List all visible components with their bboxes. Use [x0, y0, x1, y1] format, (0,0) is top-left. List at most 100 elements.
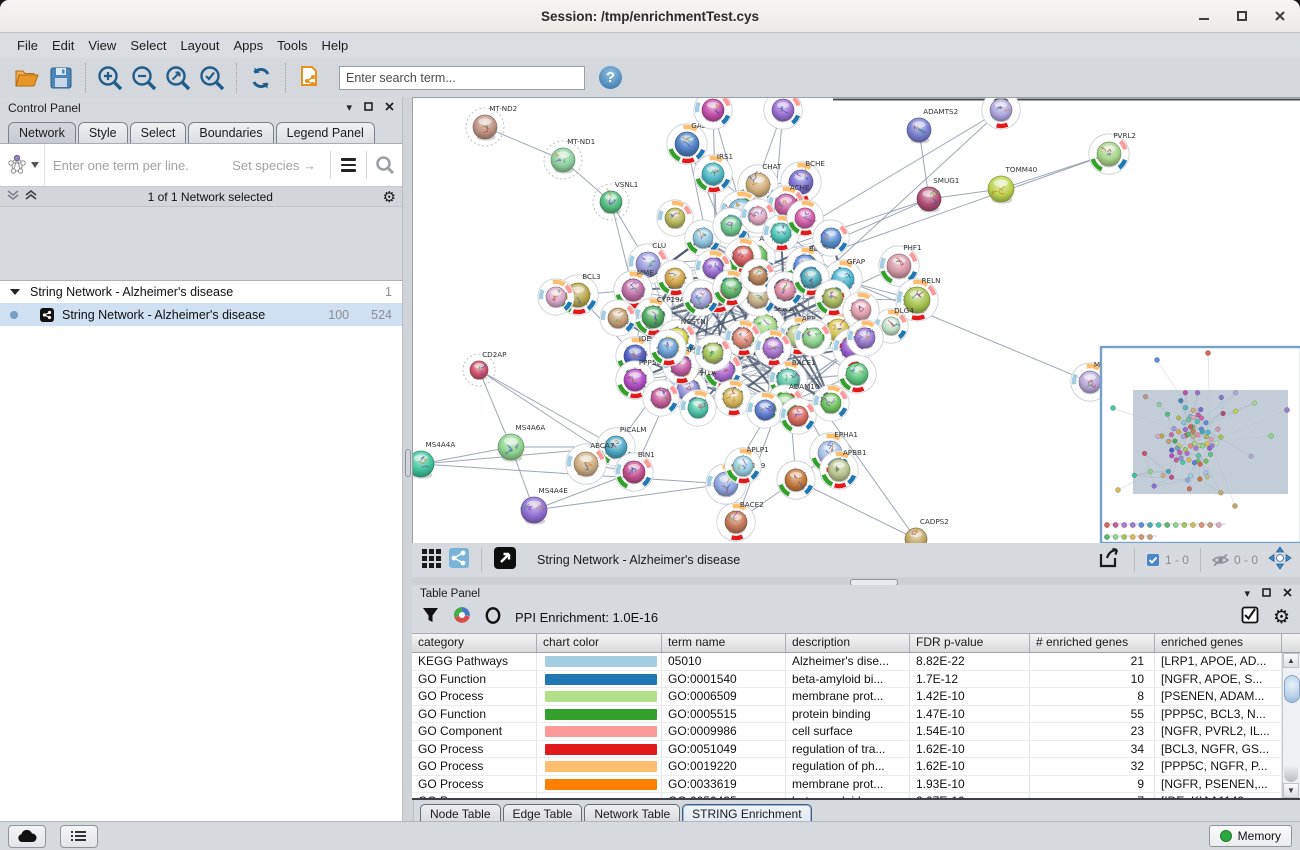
protein-node[interactable] [695, 335, 731, 371]
panel-close-icon[interactable] [1283, 588, 1292, 600]
protein-node[interactable] [847, 320, 883, 356]
species-hint[interactable]: Set species → [232, 158, 316, 173]
tab-network[interactable]: Network [8, 122, 76, 143]
scroll-up-icon[interactable]: ▲ [1283, 653, 1299, 668]
zoom-in-icon[interactable] [93, 62, 127, 94]
table-row[interactable]: GO ProcessGO:0006509membrane prot...1.42… [412, 688, 1300, 706]
protein-node[interactable] [982, 98, 1020, 129]
tab-boundaries[interactable]: Boundaries [188, 122, 273, 143]
column-header[interactable]: enriched genes [1155, 634, 1282, 652]
save-session-icon[interactable] [44, 62, 78, 94]
select-rows-icon[interactable] [1241, 606, 1259, 629]
panel-splitter-horizontal[interactable] [412, 577, 1300, 585]
help-icon[interactable]: ? [599, 66, 622, 89]
open-in-browser-icon[interactable] [493, 546, 517, 575]
tab-style[interactable]: Style [78, 122, 128, 143]
protein-node[interactable] [795, 320, 831, 356]
menu-layout[interactable]: Layout [173, 36, 226, 55]
zoom-selected-icon[interactable] [195, 62, 229, 94]
protein-node[interactable] [650, 330, 686, 366]
protein-node[interactable] [755, 330, 791, 366]
protein-node[interactable] [680, 390, 716, 426]
protein-node[interactable] [763, 215, 799, 251]
table-row[interactable]: GO ProcessGO:0051049regulation of tra...… [412, 741, 1300, 759]
table-row[interactable]: GO FunctionGO:0005515protein binding1.47… [412, 706, 1300, 724]
menu-view[interactable]: View [81, 36, 123, 55]
scroll-thumb[interactable] [1284, 675, 1300, 703]
protein-node[interactable] [600, 300, 636, 336]
tab-legend-panel[interactable]: Legend Panel [276, 122, 375, 143]
table-settings-gear-icon[interactable]: ⚙ [1273, 606, 1290, 629]
protein-node[interactable]: MT-ND2 [466, 104, 517, 146]
pan-navigator-icon[interactable] [1268, 546, 1292, 575]
menu-select[interactable]: Select [123, 36, 173, 55]
menu-tools[interactable]: Tools [270, 36, 314, 55]
column-header[interactable]: category [412, 634, 537, 652]
export-view-icon[interactable] [1097, 546, 1123, 575]
string-options-icon[interactable] [331, 144, 366, 186]
protein-node[interactable] [643, 380, 679, 416]
maximize-button[interactable] [1236, 10, 1248, 22]
protein-node[interactable]: CADPS2 [905, 517, 949, 543]
panel-float-icon[interactable] [364, 102, 373, 114]
protein-node[interactable] [764, 98, 802, 129]
column-header[interactable]: term name [662, 634, 786, 652]
network-collection-row[interactable]: String Network - Alzheimer's disease 1 [0, 281, 402, 303]
protein-node[interactable]: MS4A6A [498, 423, 545, 462]
protein-node[interactable] [813, 385, 849, 421]
network-options-gear-icon[interactable]: ⚙ [383, 188, 396, 206]
refresh-icon[interactable] [244, 62, 278, 94]
column-header[interactable]: # enriched genes [1030, 634, 1155, 652]
table-row[interactable]: GO ProcessGO:0033619membrane prot...1.93… [412, 776, 1300, 794]
zoom-out-icon[interactable] [127, 62, 161, 94]
scroll-down-icon[interactable]: ▼ [1283, 783, 1299, 798]
splitter-grip[interactable] [405, 449, 411, 477]
search-input[interactable] [339, 66, 585, 90]
protein-node[interactable] [780, 398, 816, 434]
expand-all-icon[interactable] [24, 188, 38, 206]
column-header[interactable]: description [786, 634, 910, 652]
grid-view-icon[interactable] [420, 547, 442, 574]
chart-settings-icon[interactable] [453, 606, 471, 629]
tab-select[interactable]: Select [130, 122, 187, 143]
memory-button[interactable]: Memory [1209, 825, 1292, 847]
collapse-all-icon[interactable] [6, 188, 20, 206]
protein-node[interactable] [838, 355, 876, 393]
string-search-icon[interactable] [367, 144, 402, 186]
protein-node[interactable]: ADAMTS2 [907, 107, 958, 144]
cloud-tasks-button[interactable] [8, 825, 46, 848]
network-row-selected[interactable]: String Network - Alzheimer's disease 100… [0, 303, 402, 326]
protein-node[interactable]: CD2AP [463, 350, 507, 386]
table-row[interactable]: GO FunctionGO:0001540beta-amyloid bi...1… [412, 671, 1300, 689]
panel-menu-icon[interactable]: ▾ [1244, 587, 1250, 600]
protein-node[interactable] [777, 461, 815, 499]
menu-edit[interactable]: Edit [45, 36, 81, 55]
column-header[interactable]: chart color [537, 634, 662, 652]
close-button[interactable] [1274, 10, 1286, 22]
export-network-icon[interactable] [293, 62, 327, 94]
panel-float-icon[interactable] [1262, 588, 1271, 600]
protein-node[interactable]: MT-ND1 [544, 137, 595, 179]
birdseye-toggle-icon[interactable] [448, 547, 470, 574]
zoom-fit-icon[interactable] [161, 62, 195, 94]
protein-node[interactable]: VSNL1 [593, 180, 638, 220]
table-row[interactable]: KEGG Pathways05010Alzheimer's dise...8.8… [412, 653, 1300, 671]
open-file-icon[interactable] [10, 62, 44, 94]
protein-node[interactable] [715, 380, 751, 416]
column-header[interactable]: FDR p-value [910, 634, 1030, 652]
clear-chart-icon[interactable] [485, 607, 501, 629]
protein-node[interactable] [813, 220, 849, 256]
protein-node[interactable]: MS4A4A [413, 440, 455, 479]
menu-file[interactable]: File [10, 36, 45, 55]
table-row[interactable]: GO ComponentGO:0009986cell surface1.54E-… [412, 723, 1300, 741]
protein-node[interactable]: BACE2 [717, 500, 764, 541]
minimize-button[interactable] [1198, 10, 1210, 22]
menu-apps[interactable]: Apps [227, 36, 271, 55]
network-canvas[interactable]: MT-ND2MT-ND1VSNL1GAB2IRS1ADAMTS2PVRL2SMU… [412, 97, 1300, 543]
string-logo-icon[interactable] [0, 144, 45, 186]
menu-help[interactable]: Help [315, 36, 356, 55]
filter-icon[interactable] [422, 607, 439, 629]
protein-node[interactable] [538, 279, 574, 315]
panel-close-icon[interactable] [385, 102, 394, 114]
protein-node[interactable]: TOMM40 [988, 165, 1038, 204]
